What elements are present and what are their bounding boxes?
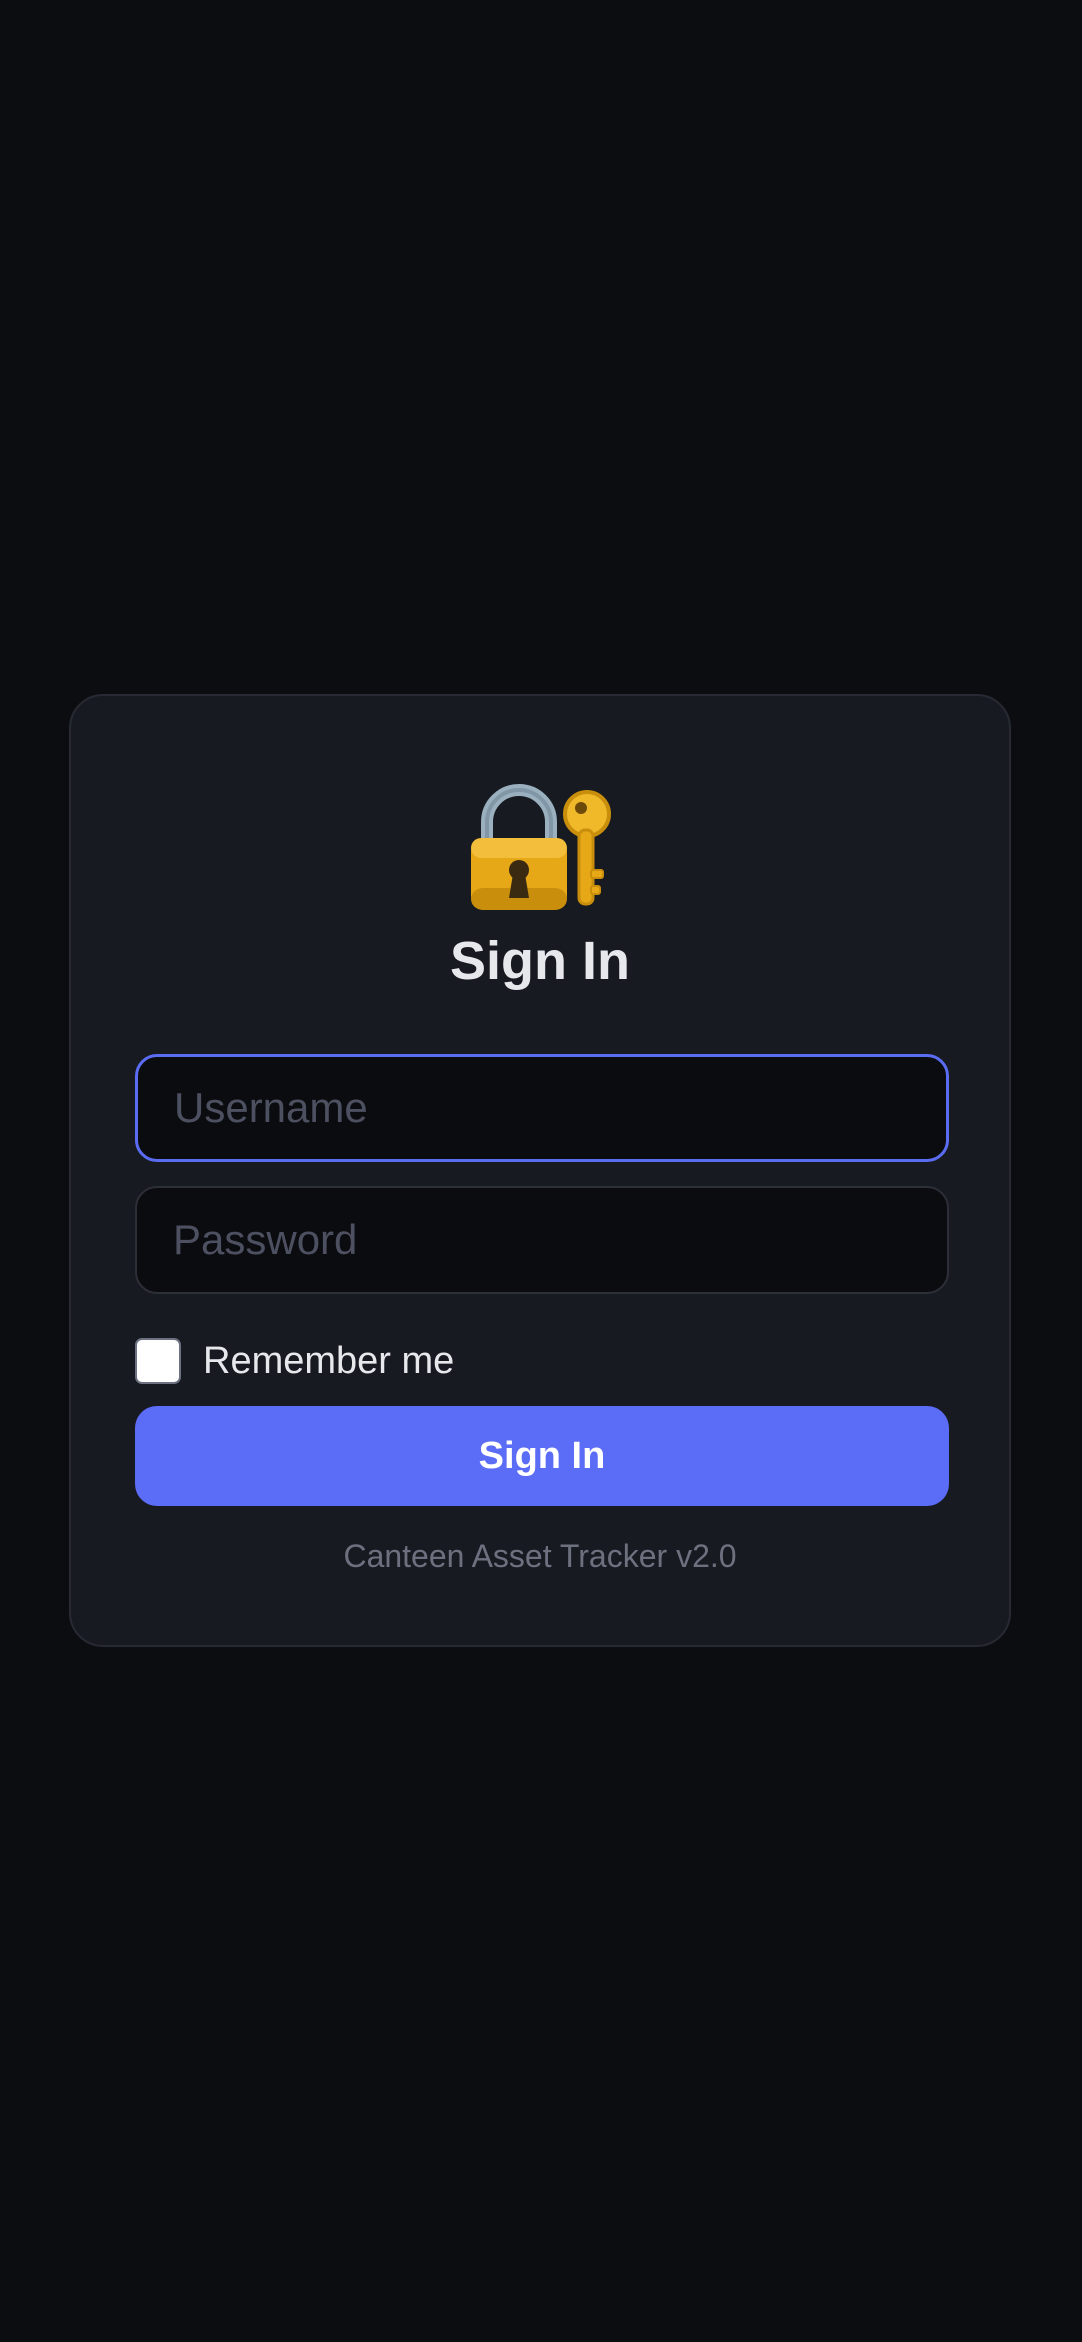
username-input[interactable]: [135, 1054, 949, 1162]
login-card: Sign In Remember me Sign In Canteen Asse…: [69, 694, 1011, 1647]
remember-me-row[interactable]: Remember me: [135, 1337, 454, 1385]
remember-me-checkbox[interactable]: [135, 1338, 181, 1384]
remember-me-label[interactable]: Remember me: [203, 1340, 454, 1383]
locked-with-key-icon: [71, 778, 1009, 918]
app-version-footer: Canteen Asset Tracker v2.0: [343, 1538, 737, 1574]
sign-in-button[interactable]: Sign In: [135, 1406, 949, 1506]
password-input[interactable]: [135, 1186, 949, 1294]
page-title: Sign In: [450, 931, 630, 991]
